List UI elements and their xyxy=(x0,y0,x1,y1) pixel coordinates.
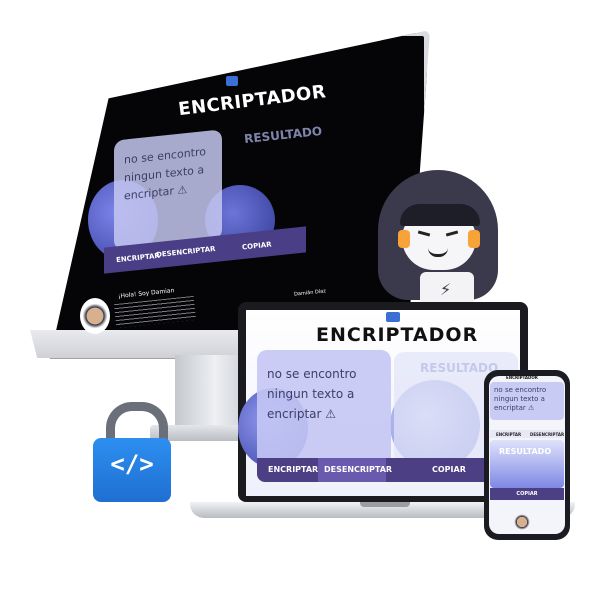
phone-text-input[interactable]: no se encontro ningun texto a encriptar … xyxy=(490,382,564,420)
hacker-hair xyxy=(400,204,480,226)
app-logo-icon xyxy=(226,76,238,86)
phone-result-label: RESULTADO xyxy=(499,447,552,456)
phone-copy-button[interactable]: COPIAR xyxy=(490,488,564,500)
laptop-encrypt-button[interactable]: ENCRIPTAR xyxy=(268,465,318,474)
bolt-icon: ⚡ xyxy=(440,280,452,299)
phone-decrypt-button[interactable]: DESENCRIPTAR xyxy=(530,432,564,437)
laptop-result-label: RESULTADO xyxy=(420,361,499,375)
app-logo-icon xyxy=(386,312,400,322)
laptop-app-title: ENCRIPTADOR xyxy=(316,324,479,346)
phone-author-avatar xyxy=(514,514,530,530)
hacker-ear xyxy=(398,230,410,248)
phone-encrypt-button[interactable]: ENCRIPTAR xyxy=(496,432,521,437)
code-icon: </> xyxy=(110,450,154,478)
hacker-ear xyxy=(468,230,480,248)
phone-app-title: ENCRIPTADOR xyxy=(506,375,538,380)
laptop-text-input[interactable]: no se encontro ningun texto a encriptar … xyxy=(257,350,391,468)
laptop-notch xyxy=(360,502,410,507)
author-avatar xyxy=(80,298,110,334)
laptop-decrypt-button[interactable]: DESENCRIPTAR xyxy=(324,465,392,474)
laptop-copy-button[interactable]: COPIAR xyxy=(432,465,466,474)
desktop-text-input[interactable]: no se encontro ningun texto a encriptar … xyxy=(114,129,222,251)
